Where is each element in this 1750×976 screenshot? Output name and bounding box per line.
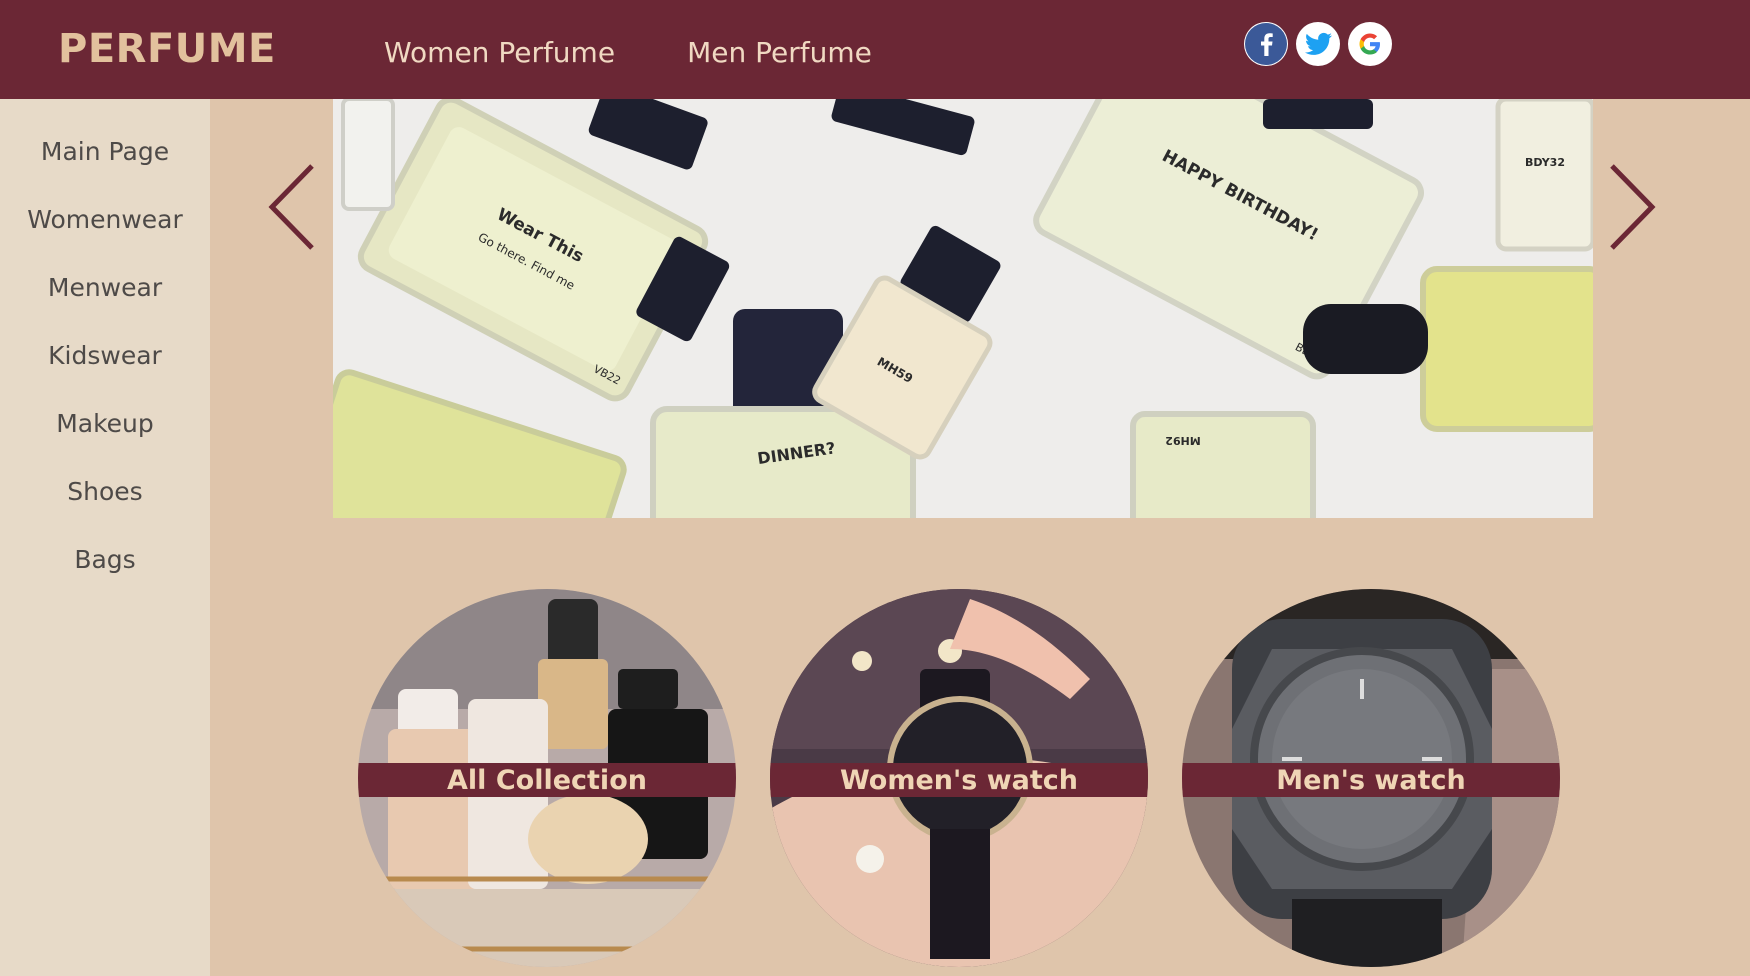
slider-next-arrow[interactable] xyxy=(1604,162,1660,252)
hero-slider-image: Wear This Go there. Find me VB22 DINNER?… xyxy=(333,99,1593,518)
bottle-code-mh92: MH92 xyxy=(1165,434,1200,447)
sidebar-item-shoes[interactable]: Shoes xyxy=(0,457,210,525)
category-mens-watch[interactable]: Men's watch xyxy=(1182,589,1560,967)
nav-men-perfume[interactable]: Men Perfume xyxy=(687,36,872,69)
brand-logo[interactable]: PERFUME xyxy=(58,26,276,72)
category-womens-watch[interactable]: Women's watch xyxy=(770,589,1148,967)
sidebar-item-bags[interactable]: Bags xyxy=(0,525,210,593)
top-nav: Women Perfume Men Perfume xyxy=(384,36,872,69)
bottle-code-bdy32: BDY32 xyxy=(1525,156,1565,169)
category-label-mens-watch: Men's watch xyxy=(1182,763,1560,797)
category-label-womens-watch: Women's watch xyxy=(770,763,1148,797)
category-all-collection[interactable]: All Collection xyxy=(358,589,736,967)
category-label-all-collection: All Collection xyxy=(358,763,736,797)
google-icon[interactable] xyxy=(1348,22,1392,66)
sidebar-item-womenwear[interactable]: Womenwear xyxy=(0,185,210,253)
slider-prev-arrow[interactable] xyxy=(264,162,320,252)
sidebar-item-makeup[interactable]: Makeup xyxy=(0,389,210,457)
twitter-icon[interactable] xyxy=(1296,22,1340,66)
sidebar: Main Page Womenwear Menwear Kidswear Mak… xyxy=(0,99,210,976)
social-links xyxy=(1244,22,1392,66)
header-bar: PERFUME Women Perfume Men Perfume xyxy=(0,0,1750,99)
sidebar-item-kidswear[interactable]: Kidswear xyxy=(0,321,210,389)
facebook-icon[interactable] xyxy=(1244,22,1288,66)
sidebar-item-main-page[interactable]: Main Page xyxy=(0,117,210,185)
nav-women-perfume[interactable]: Women Perfume xyxy=(384,36,615,69)
sidebar-item-menwear[interactable]: Menwear xyxy=(0,253,210,321)
